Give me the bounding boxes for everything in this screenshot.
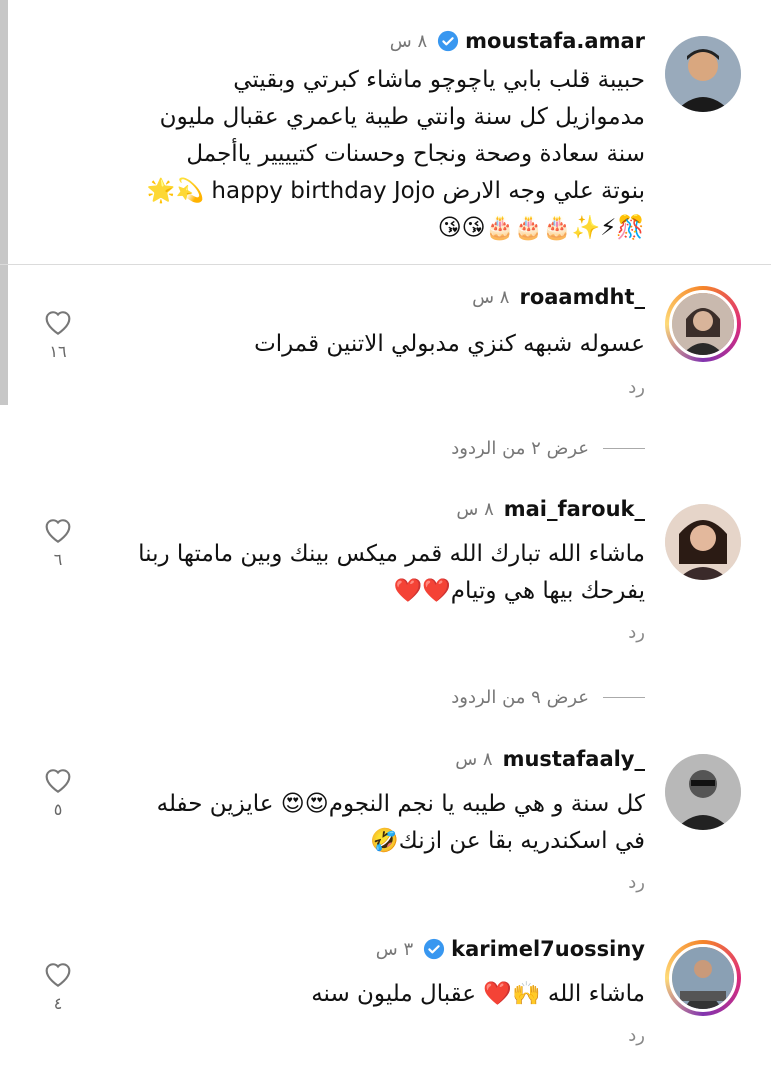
reply-button[interactable]: رد [85,1025,645,1046]
username[interactable]: mai_farouk_ [504,497,645,521]
view-replies-button[interactable]: عرض ٩ من الردود [451,684,645,710]
timestamp: ٨ س [389,30,428,52]
username[interactable]: moustafa.amar [465,29,645,53]
avatar-image [665,754,741,830]
reply-button[interactable]: رد [85,872,645,893]
comment-item: moustafa.amar ٨ س حبيبة قلب بابي ياچوچو … [0,0,771,265]
comment-body: mai_farouk_ ٨ س ماشاء الله تبارك الله قم… [85,494,645,643]
comment-item: roaamdht_ ٨ س عسوله شبهه كنزي مدبولي الا… [0,266,771,406]
verified-badge-icon [423,938,445,960]
divider [603,447,645,449]
heart-outline-icon [45,963,71,987]
comment-text: ماشاء الله تبارك الله قمر ميكس بينك وبين… [138,541,645,604]
timestamp: ٨ س [472,286,510,308]
timestamp: ٨ س [455,748,493,770]
avatar[interactable] [665,36,741,112]
like-count: ٤ [53,994,63,1013]
reply-button[interactable]: رد [85,622,645,643]
divider [603,696,645,698]
avatar-image [672,947,734,1009]
view-replies-label: عرض ٩ من الردود [451,686,589,708]
comment-text: كل سنة و هي طيبه يا نجم النجوم😍😍 عايزين … [156,791,645,854]
comment-item: mai_farouk_ ٨ س ماشاء الله تبارك الله قم… [0,488,771,658]
like-button[interactable]: ٥ [38,764,78,819]
username[interactable]: roaamdht_ [519,285,645,309]
verified-badge-icon [437,30,459,52]
comment-body: moustafa.amar ٨ س حبيبة قلب بابي ياچوچو … [105,26,645,247]
heart-outline-icon [45,519,71,543]
avatar[interactable] [665,504,741,580]
comment-item: karimel7uossiny ٣ س ماشاء الله 🙌❤️ عقبال… [0,928,771,1080]
comment-item: mustafaaly_ ٨ س كل سنة و هي طيبه يا نجم … [0,738,771,908]
timestamp: ٣ س [375,938,414,960]
like-button[interactable]: ٤ [38,958,78,1013]
view-replies-label: عرض ٢ من الردود [451,437,589,459]
like-count: ٦ [53,550,63,569]
comment-text: ماشاء الله 🙌❤️ عقبال مليون سنه [311,981,645,1007]
heart-outline-icon [45,769,71,793]
comment-body: karimel7uossiny ٣ س ماشاء الله 🙌❤️ عقبال… [85,934,645,1046]
username[interactable]: mustafaaly_ [503,747,645,771]
view-replies-button[interactable]: عرض ٢ من الردود [451,435,645,461]
avatar[interactable] [665,754,741,830]
divider [0,264,771,265]
like-button[interactable]: ١٦ [38,306,78,361]
like-button[interactable]: ٦ [38,514,78,569]
avatar-image [672,293,734,355]
comment-body: mustafaaly_ ٨ س كل سنة و هي طيبه يا نجم … [85,744,645,893]
avatar[interactable] [665,286,741,362]
comment-body: roaamdht_ ٨ س عسوله شبهه كنزي مدبولي الا… [105,282,645,398]
avatar-image [665,504,741,580]
reply-button[interactable]: رد [105,377,645,398]
timestamp: ٨ س [456,498,494,520]
avatar-image [665,36,741,112]
like-count: ٥ [53,800,63,819]
comment-text: حبيبة قلب بابي ياچوچو ماشاء كبرتي وبقيتي… [146,67,645,241]
heart-outline-icon [45,311,71,335]
like-count: ١٦ [49,342,67,361]
username[interactable]: karimel7uossiny [451,937,645,961]
avatar[interactable] [665,940,741,1016]
comment-text: عسوله شبهه كنزي مدبولي الاتنين قمرات [254,331,645,357]
